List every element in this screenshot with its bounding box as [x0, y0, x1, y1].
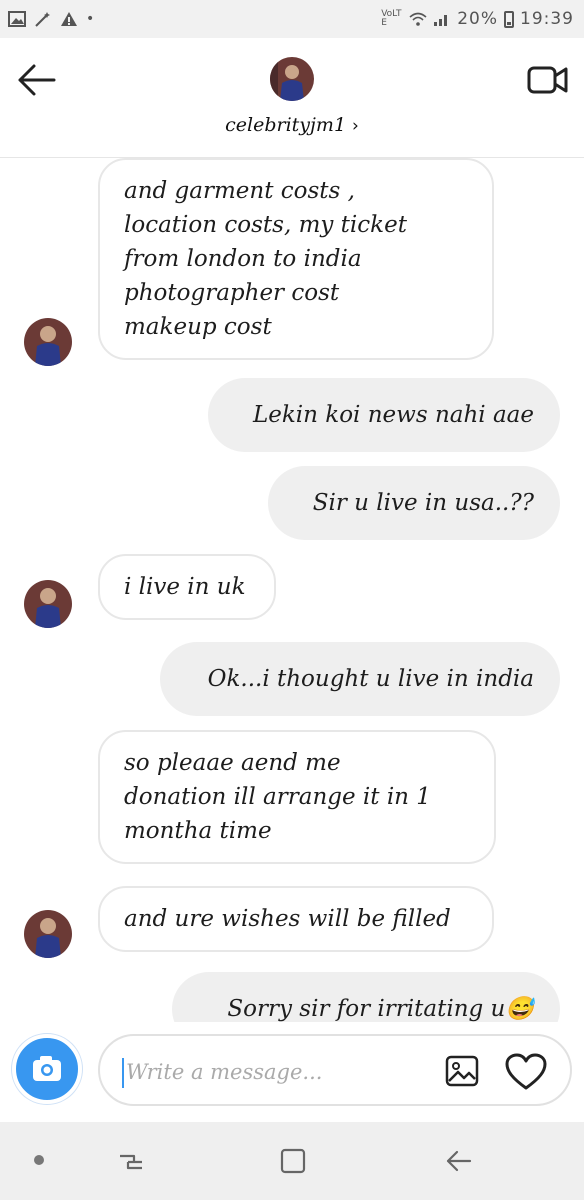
message-bubble-outgoing[interactable]: Sorry sir for irritating u😅 — [172, 972, 560, 1022]
battery-icon — [504, 10, 514, 28]
message-bubble-incoming[interactable]: i live in uk — [98, 554, 276, 620]
status-right: VoLTE 20% 19:39 — [381, 6, 574, 32]
system-back-icon[interactable] — [442, 1144, 476, 1178]
camera-button[interactable] — [12, 1034, 82, 1104]
text-cursor — [122, 1058, 124, 1088]
sender-avatar[interactable] — [24, 910, 72, 958]
gallery-notification-icon — [8, 11, 26, 27]
status-bar: • VoLTE 20% 19:39 — [0, 0, 584, 38]
battery-percent: 20% — [457, 9, 498, 29]
message-bubble-outgoing[interactable]: Sir u live in usa..?? — [268, 466, 560, 540]
lte-label: VoLTE — [381, 9, 402, 28]
sender-avatar[interactable] — [24, 580, 72, 628]
avatar-image — [270, 57, 314, 101]
avatar-image — [24, 318, 72, 366]
heart-icon[interactable] — [504, 1052, 548, 1092]
message-input-placeholder: Write a message... — [126, 1060, 323, 1084]
system-nav-bar — [0, 1122, 584, 1200]
message-bubble-outgoing[interactable]: Ok...i thought u live in india — [160, 642, 560, 716]
chevron-right-icon: › — [352, 116, 359, 136]
message-bubble-outgoing[interactable]: Lekin koi news nahi aae — [208, 378, 560, 452]
message-bubble-incoming[interactable]: so pleaae aend me donation ill arrange i… — [98, 730, 496, 864]
message-bubble-incoming[interactable]: and garment costs , location costs, my t… — [98, 158, 494, 360]
message-bubble-incoming[interactable]: and ure wishes will be filled — [98, 886, 494, 952]
dot-icon: • — [86, 11, 95, 27]
header-avatar[interactable] — [270, 57, 314, 101]
avatar-image — [24, 910, 72, 958]
nav-dot-icon[interactable] — [34, 1155, 44, 1165]
recent-apps-icon[interactable] — [114, 1144, 148, 1178]
camera-icon — [33, 1056, 61, 1081]
chat-header: celebrityjm1 › — [0, 38, 584, 158]
message-composer: Write a message... — [0, 1022, 584, 1122]
message-input[interactable]: Write a message... — [98, 1034, 572, 1106]
back-arrow-icon[interactable] — [14, 60, 60, 100]
home-icon[interactable] — [278, 1146, 308, 1176]
wifi-icon — [409, 12, 427, 26]
signal-icon — [434, 15, 448, 26]
avatar-image — [24, 580, 72, 628]
username-label: celebrityjm1 — [225, 114, 347, 136]
header-username[interactable]: celebrityjm1 › — [0, 114, 584, 136]
sender-avatar[interactable] — [24, 318, 72, 366]
magic-wand-icon — [35, 12, 50, 27]
video-call-icon[interactable] — [526, 62, 570, 98]
message-thread[interactable]: and garment costs , location costs, my t… — [0, 158, 584, 1022]
gallery-icon[interactable] — [444, 1054, 480, 1088]
warning-icon — [61, 12, 77, 26]
clock: 19:39 — [520, 9, 574, 29]
notification-icons: • — [8, 6, 94, 32]
